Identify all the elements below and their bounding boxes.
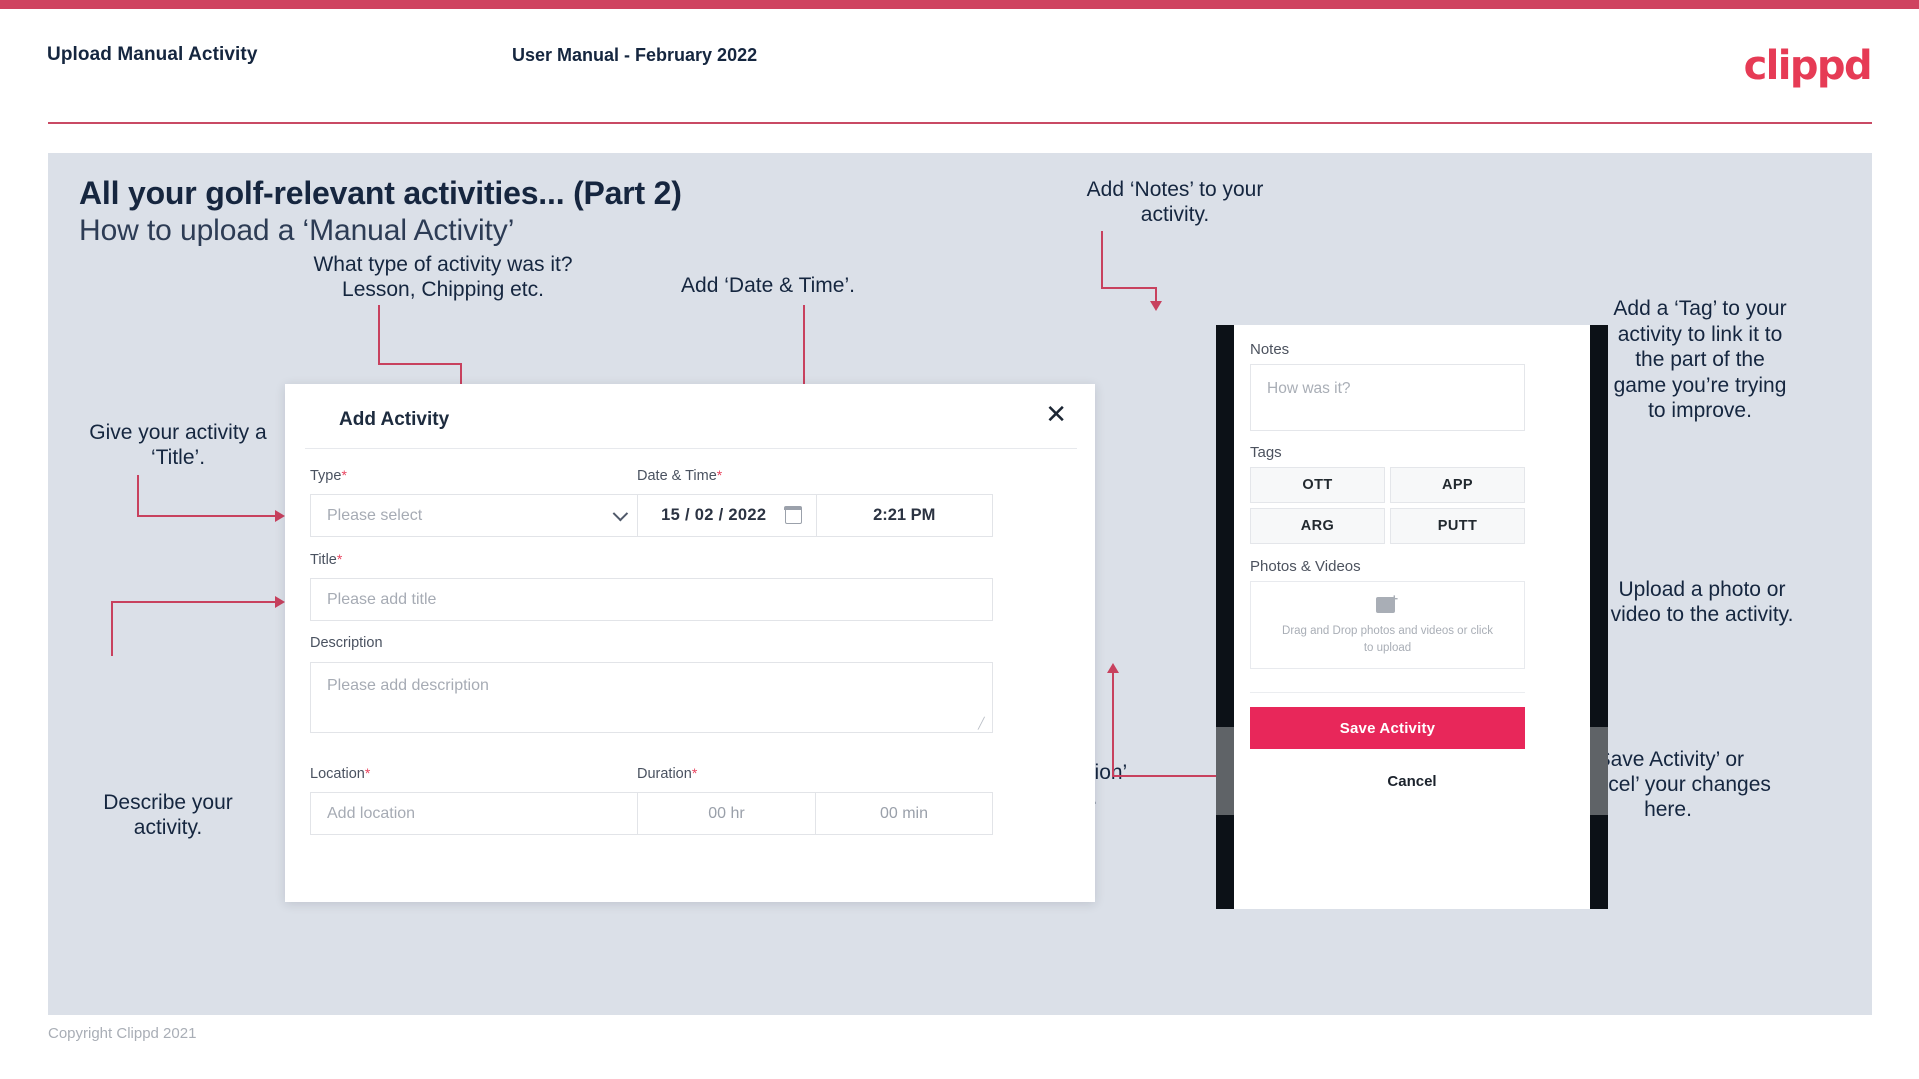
phone-mockup: Notes How was it? Tags OTT APP ARG PUTT …	[1216, 325, 1608, 909]
annotation-description: Describe your activity.	[103, 791, 233, 839]
phone-screen: Notes How was it? Tags OTT APP ARG PUTT …	[1234, 325, 1590, 909]
duration-hours-input[interactable]: 00 hr	[638, 793, 815, 834]
duration-label: Duration*	[637, 765, 697, 782]
connector-title-h	[137, 515, 277, 517]
datetime-label-text: Date & Time	[637, 468, 717, 484]
photo-upload-dropzone[interactable]: + Drag and Drop photos and videos or cli…	[1250, 581, 1525, 669]
image-add-icon: +	[1375, 592, 1400, 614]
tag-button-putt[interactable]: PUTT	[1390, 508, 1525, 544]
slide-heading: All your golf-relevant activities... (Pa…	[79, 175, 682, 211]
connector-desc-v	[111, 601, 113, 656]
title-input[interactable]: Please add title	[310, 578, 993, 621]
tag-button-ott[interactable]: OTT	[1250, 467, 1385, 503]
dialog-title: Add Activity	[339, 409, 450, 430]
date-month: 02	[694, 506, 714, 524]
slide-subheading: How to upload a ‘Manual Activity’	[79, 214, 515, 247]
page-title: Upload Manual Activity	[47, 44, 258, 65]
type-label-text: Type	[310, 468, 342, 484]
phone-bezel-right	[1590, 325, 1608, 909]
duration-label-text: Duration	[637, 766, 692, 782]
location-input[interactable]: Add location	[310, 792, 639, 835]
connector-type-h	[378, 363, 462, 365]
connector-save-arrow	[1107, 663, 1119, 673]
date-year: 2022	[728, 506, 767, 524]
annotation-notes: Add ‘Notes’ to your activity.	[1086, 178, 1264, 226]
description-label: Description	[310, 635, 383, 651]
close-icon[interactable]: ✕	[1045, 402, 1067, 428]
connector-desc-arrow	[275, 596, 285, 608]
chevron-down-icon	[612, 505, 629, 521]
connector-type-v1	[378, 305, 380, 365]
add-activity-dialog: Add Activity ✕ Type* Please select Date …	[285, 384, 1095, 902]
location-required-marker: *	[364, 765, 371, 781]
title-label: Title*	[310, 551, 342, 568]
clippd-logo: clippd	[1743, 43, 1873, 89]
calendar-icon[interactable]	[783, 505, 803, 524]
connector-title-v	[137, 475, 139, 517]
phone-side-button-right	[1590, 727, 1608, 815]
duration-minutes-input[interactable]: 00 min	[815, 793, 992, 834]
notes-label: Notes	[1250, 341, 1290, 358]
phone-bezel-left	[1216, 325, 1234, 909]
datetime-required-marker: *	[716, 467, 723, 483]
phone-side-button-left	[1216, 727, 1234, 815]
location-label-text: Location	[310, 766, 365, 782]
date-input[interactable]: 15 / 02 / 2022	[638, 495, 816, 536]
date-value: 15 / 02 / 2022	[661, 506, 766, 525]
tag-button-app[interactable]: APP	[1390, 467, 1525, 503]
photo-upload-hint: Drag and Drop photos and videos or click…	[1282, 624, 1493, 654]
date-sep-1: /	[685, 506, 690, 524]
description-textarea[interactable]: Please add description ╱	[310, 662, 993, 733]
document-subtitle: User Manual - February 2022	[512, 45, 758, 65]
date-day: 15	[661, 506, 681, 524]
location-label: Location*	[310, 765, 370, 782]
title-required-marker: *	[336, 551, 343, 567]
datetime-group: 15 / 02 / 2022 2:21 PM	[637, 494, 993, 537]
type-label: Type*	[310, 467, 347, 484]
date-sep-2: /	[718, 506, 724, 524]
connector-title-arrow	[275, 510, 285, 522]
header-divider	[48, 122, 1872, 124]
photos-label: Photos & Videos	[1250, 558, 1361, 575]
connector-notes-arrow	[1150, 301, 1162, 311]
time-input[interactable]: 2:21 PM	[815, 495, 993, 536]
annotation-title: Give your activity a ‘Title’.	[89, 421, 267, 469]
copyright-footer: Copyright Clippd 2021	[48, 1025, 197, 1042]
save-activity-button[interactable]: Save Activity	[1250, 707, 1525, 749]
duration-required-marker: *	[691, 765, 698, 781]
type-placeholder: Please select	[327, 506, 423, 524]
title-placeholder: Please add title	[327, 590, 437, 608]
annotation-datetime: Add ‘Date & Time’.	[681, 274, 855, 297]
phone-divider	[1250, 692, 1525, 693]
description-placeholder: Please add description	[327, 677, 489, 694]
notes-placeholder: How was it?	[1267, 380, 1351, 397]
datetime-label: Date & Time*	[637, 467, 722, 484]
connector-desc-h	[111, 601, 277, 603]
annotation-type: What type of activity was it? Lesson, Ch…	[313, 253, 573, 301]
top-accent-bar	[0, 0, 1919, 9]
duration-group: 00 hr 00 min	[637, 792, 993, 835]
dialog-divider	[305, 448, 1077, 449]
tag-button-arg[interactable]: ARG	[1250, 508, 1385, 544]
connector-notes-h	[1101, 287, 1157, 289]
location-placeholder: Add location	[327, 804, 416, 822]
notes-textarea[interactable]: How was it?	[1250, 364, 1525, 431]
connector-notes-v1	[1101, 231, 1103, 289]
type-select[interactable]: Please select	[310, 494, 639, 537]
cancel-button[interactable]: Cancel	[1234, 773, 1590, 790]
title-label-text: Title	[310, 552, 337, 568]
type-required-marker: *	[341, 467, 347, 483]
connector-save-v	[1112, 672, 1114, 776]
slide-page: Upload Manual Activity User Manual - Feb…	[0, 0, 1919, 1079]
tags-label: Tags	[1250, 444, 1282, 461]
resize-handle-icon[interactable]: ╱	[978, 719, 988, 730]
